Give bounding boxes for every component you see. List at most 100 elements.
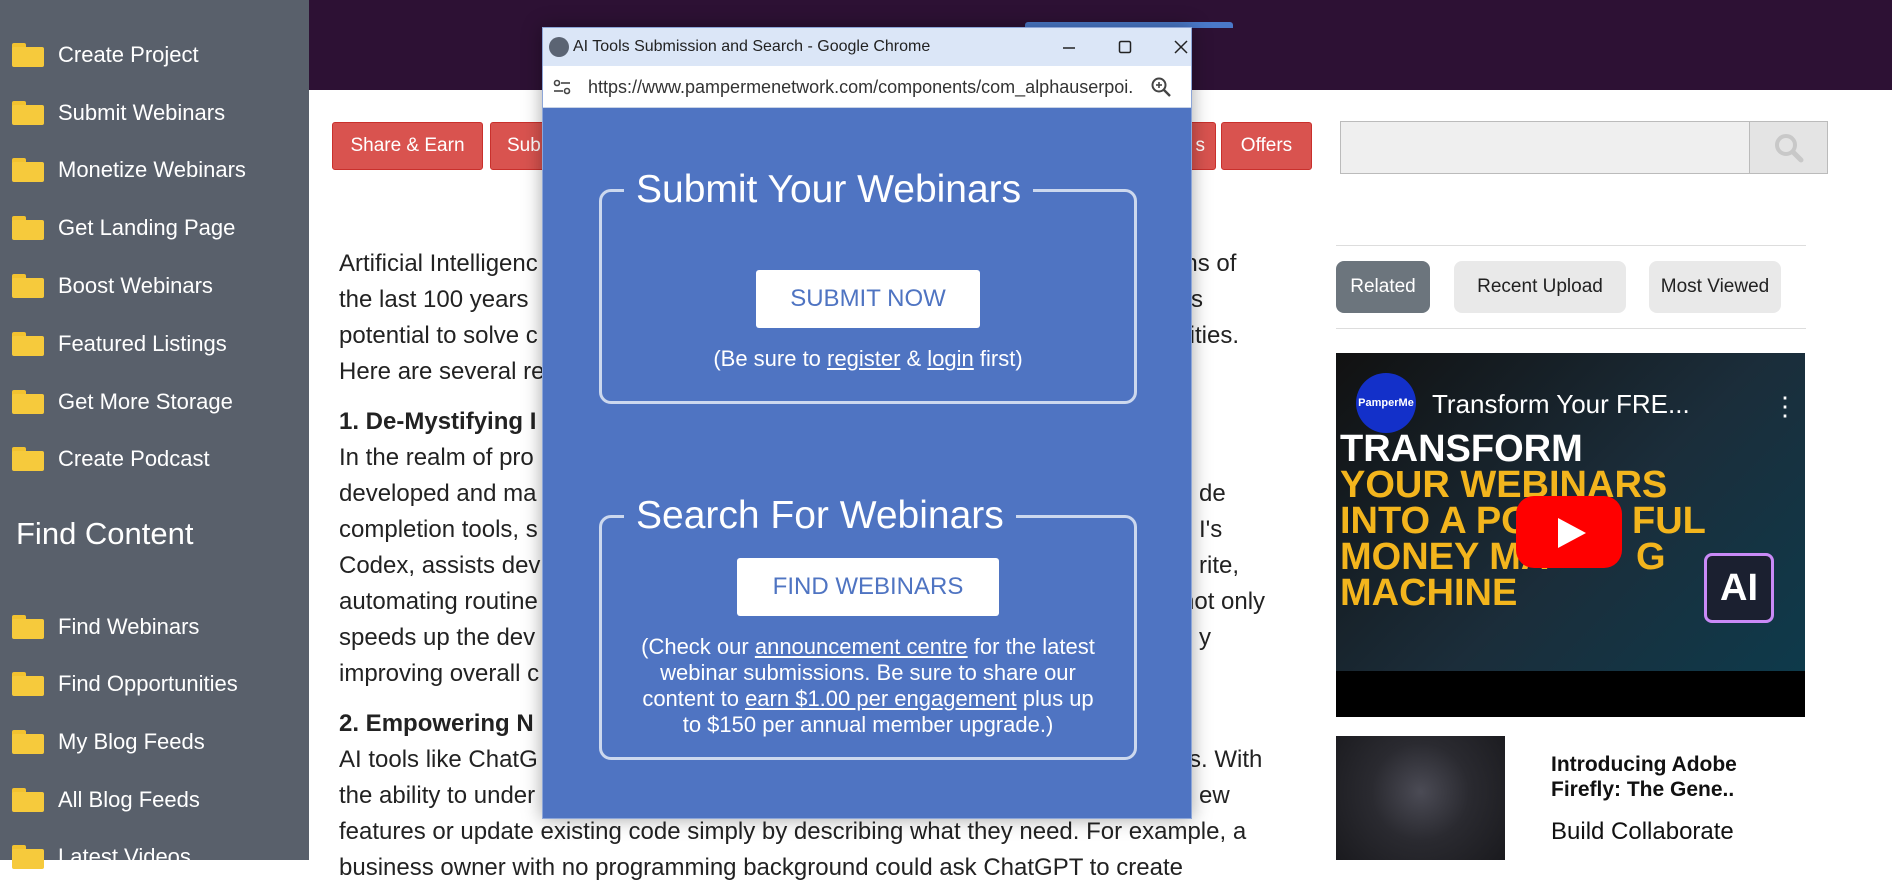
play-icon[interactable] (1516, 496, 1622, 568)
earn-link[interactable]: earn $1.00 per engagement (745, 686, 1017, 711)
sidebar-item-all-blog-feeds[interactable]: All Blog Feeds (12, 780, 200, 820)
close-icon (1174, 40, 1188, 54)
minimize-button[interactable] (1049, 32, 1089, 62)
article-line: automating routine (339, 588, 538, 615)
popup-window: AI Tools Submission and Search - Google … (542, 27, 1192, 819)
search-icon (1774, 133, 1803, 162)
article-line: In the realm of pro (339, 444, 534, 471)
find-webinars-button[interactable]: FIND WEBINARS (737, 558, 999, 616)
article-line: Artificial Intelligenc (339, 250, 538, 277)
sidebar-item-create-project[interactable]: Create Project (12, 35, 199, 75)
sidebar-item-label: All Blog Feeds (58, 787, 200, 812)
minimize-icon (1063, 47, 1075, 49)
card-thumbnail[interactable] (1336, 736, 1505, 860)
channel-logo[interactable]: PamperMe (1356, 373, 1416, 433)
sidebar-item-my-blog-feeds[interactable]: My Blog Feeds (12, 722, 205, 762)
search-note: (Check our announcement centre for the l… (641, 634, 1095, 737)
address-bar[interactable]: https://www.pampermenetwork.com/componen… (543, 66, 1191, 108)
folder-icon (12, 332, 44, 356)
url-text[interactable]: https://www.pampermenetwork.com/componen… (588, 77, 1133, 98)
article-line: features or update existing code simply … (339, 818, 1247, 845)
divider (1336, 328, 1806, 329)
folder-icon (12, 845, 44, 869)
sidebar-item-label: My Blog Feeds (58, 729, 205, 754)
login-link[interactable]: login (927, 346, 973, 371)
folder-icon (12, 730, 44, 754)
article-line-fragment: y (1199, 624, 1211, 651)
folder-icon (12, 274, 44, 298)
article-line: developed and ma (339, 480, 537, 507)
sidebar-item-get-more-storage[interactable]: Get More Storage (12, 382, 233, 422)
sidebar-item-label: Get More Storage (58, 389, 233, 414)
tab-recent-upload[interactable]: Recent Upload (1454, 261, 1626, 313)
card-subtitle: Build Collaborate (1551, 818, 1734, 845)
sidebar-item-label: Monetize Webinars (58, 157, 246, 182)
register-link[interactable]: register (827, 346, 900, 371)
window-title: AI Tools Submission and Search - Google … (573, 38, 931, 55)
zoom-icon[interactable] (1149, 75, 1173, 99)
article-heading: 2. Empowering N (339, 710, 534, 737)
window-title-bar: AI Tools Submission and Search - Google … (543, 28, 1191, 66)
more-options-icon[interactable]: ⋮ (1772, 391, 1798, 422)
article-heading: 1. De-Mystifying I (339, 408, 537, 435)
maximize-icon (1118, 40, 1132, 54)
tab-most-viewed[interactable]: Most Viewed (1649, 261, 1781, 313)
video-player[interactable]: TRANSFORM YOUR WEBINARS INTO A PO FUL MO… (1336, 353, 1805, 717)
video-title[interactable]: Transform Your FRE... (1432, 389, 1690, 420)
sidebar-section-title: Find Content (16, 516, 194, 551)
submit-now-button[interactable]: SUBMIT NOW (756, 270, 980, 328)
sidebar-item-create-podcast[interactable]: Create Podcast (12, 439, 210, 479)
article-line: potential to solve c (339, 322, 538, 349)
sidebar-item-find-webinars[interactable]: Find Webinars (12, 607, 199, 647)
sidebar-item-find-opportunities[interactable]: Find Opportunities (12, 664, 238, 704)
sidebar-item-label: Get Landing Page (58, 215, 236, 240)
article-line: business owner with no programming backg… (339, 854, 1183, 881)
search-section-title: Search For Webinars (636, 494, 1004, 537)
tab-related[interactable]: Related (1336, 261, 1430, 313)
sidebar-item-submit-webinars[interactable]: Submit Webinars (12, 93, 225, 133)
sidebar-item-label: Submit Webinars (58, 100, 226, 125)
maximize-button[interactable] (1105, 32, 1145, 62)
folder-icon (12, 672, 44, 696)
folder-icon (12, 390, 44, 414)
article-line: the ability to under (339, 782, 536, 809)
article-line: speeds up the dev (339, 624, 536, 651)
folder-icon (12, 788, 44, 812)
article-line-fragment: ew (1199, 782, 1230, 809)
card-title[interactable]: Introducing Adobe Firefly: The Gene.. (1551, 752, 1781, 802)
announcement-centre-link[interactable]: announcement centre (755, 634, 968, 659)
article-line: improving overall c (339, 660, 540, 687)
article-line: completion tools, s (339, 516, 538, 543)
video-overlay-line: MACHINE (1340, 572, 1518, 614)
article-line: Codex, assists dev (339, 552, 541, 579)
search-input[interactable] (1341, 122, 1749, 173)
divider (1336, 245, 1806, 246)
folder-icon (12, 101, 44, 125)
folder-icon (12, 158, 44, 182)
close-button[interactable] (1161, 32, 1191, 62)
article-line-fragment: rs. With (1181, 746, 1263, 773)
article-line-fragment: I's (1199, 516, 1223, 543)
article-line: Here are several re (339, 358, 545, 385)
folder-icon (12, 43, 44, 67)
video-overlay-line-suffix: G (1636, 536, 1666, 578)
submit-note: (Be sure to register & login first) (713, 346, 1023, 371)
ai-badge: AI (1704, 553, 1774, 623)
offers-button[interactable]: Offers (1221, 122, 1312, 170)
sidebar-item-get-landing-page[interactable]: Get Landing Page (12, 208, 235, 248)
sidebar-item-boost-webinars[interactable]: Boost Webinars (12, 266, 213, 306)
sidebar-item-monetize-webinars[interactable]: Monetize Webinars (12, 150, 246, 190)
sidebar-item-latest-videos[interactable]: Latest Videos (12, 837, 191, 877)
share-earn-button[interactable]: Share & Earn (332, 122, 483, 170)
article-line: AI tools like ChatG (339, 746, 538, 773)
article-line-fragment: de (1199, 480, 1226, 507)
article-line-fragment: not only (1181, 588, 1266, 615)
sidebar-item-featured-listings[interactable]: Featured Listings (12, 324, 227, 364)
submit-nav-button[interactable]: Sub (490, 122, 550, 170)
article-line-fragment: rite, (1199, 552, 1240, 579)
article-line: the last 100 years (339, 286, 529, 313)
sidebar: Create Project Submit Webinars Monetize … (0, 0, 309, 869)
globe-icon (549, 37, 569, 57)
site-settings-icon[interactable] (551, 76, 573, 98)
search-button[interactable] (1749, 122, 1827, 173)
